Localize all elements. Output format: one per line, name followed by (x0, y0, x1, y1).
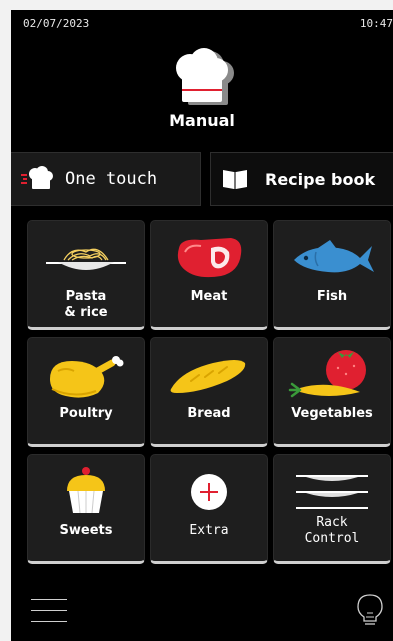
tile-label: Fish (316, 289, 348, 304)
tile-label: Vegetables (291, 406, 373, 421)
tile-label: Extra (189, 523, 229, 538)
vegetables-icon (274, 346, 390, 404)
status-time: 10:47 (359, 17, 393, 30)
light-bulb-icon[interactable] (355, 592, 385, 632)
tile-label: Poultry (59, 406, 113, 421)
tile-pasta-rice[interactable]: Pasta & rice (27, 220, 145, 330)
tile-label: Bread (187, 406, 231, 421)
tile-label: Meat (190, 289, 228, 304)
tile-label: Rack Control (304, 515, 360, 546)
mode-title: Manual (169, 111, 235, 130)
tab-recipe-book-label: Recipe book (265, 169, 376, 189)
pasta-plate-icon (28, 229, 144, 287)
fish-icon (274, 229, 390, 287)
open-book-icon (221, 167, 249, 191)
rack-plates-icon (274, 463, 390, 521)
tile-meat[interactable]: Meat (150, 220, 268, 330)
tile-label: Pasta & rice (64, 289, 108, 320)
chef-hat-icon (170, 48, 240, 112)
tile-poultry[interactable]: Poultry (27, 337, 145, 447)
oven-screen: 02/07/2023 10:47 Manual One touch Recipe… (11, 10, 393, 641)
status-bar: 02/07/2023 10:47 (23, 17, 393, 30)
steak-icon (151, 229, 267, 287)
tab-one-touch[interactable]: One touch (11, 152, 201, 206)
baguette-icon (151, 346, 267, 404)
tile-extra[interactable]: Extra (150, 454, 268, 564)
tile-sweets[interactable]: Sweets (27, 454, 145, 564)
tile-fish[interactable]: Fish (273, 220, 391, 330)
hamburger-menu-icon[interactable] (31, 599, 67, 632)
tab-one-touch-label: One touch (65, 169, 158, 189)
plus-circle-icon (151, 463, 267, 521)
cupcake-icon (28, 463, 144, 521)
roast-chicken-icon (28, 346, 144, 404)
tile-rack-control[interactable]: Rack Control (273, 454, 391, 564)
chef-hat-icon (21, 166, 55, 192)
tile-label: Sweets (59, 523, 113, 538)
tile-vegetables[interactable]: Vegetables (273, 337, 391, 447)
tab-recipe-book[interactable]: Recipe book (210, 152, 393, 206)
status-date: 02/07/2023 (23, 17, 90, 30)
tile-bread[interactable]: Bread (150, 337, 268, 447)
